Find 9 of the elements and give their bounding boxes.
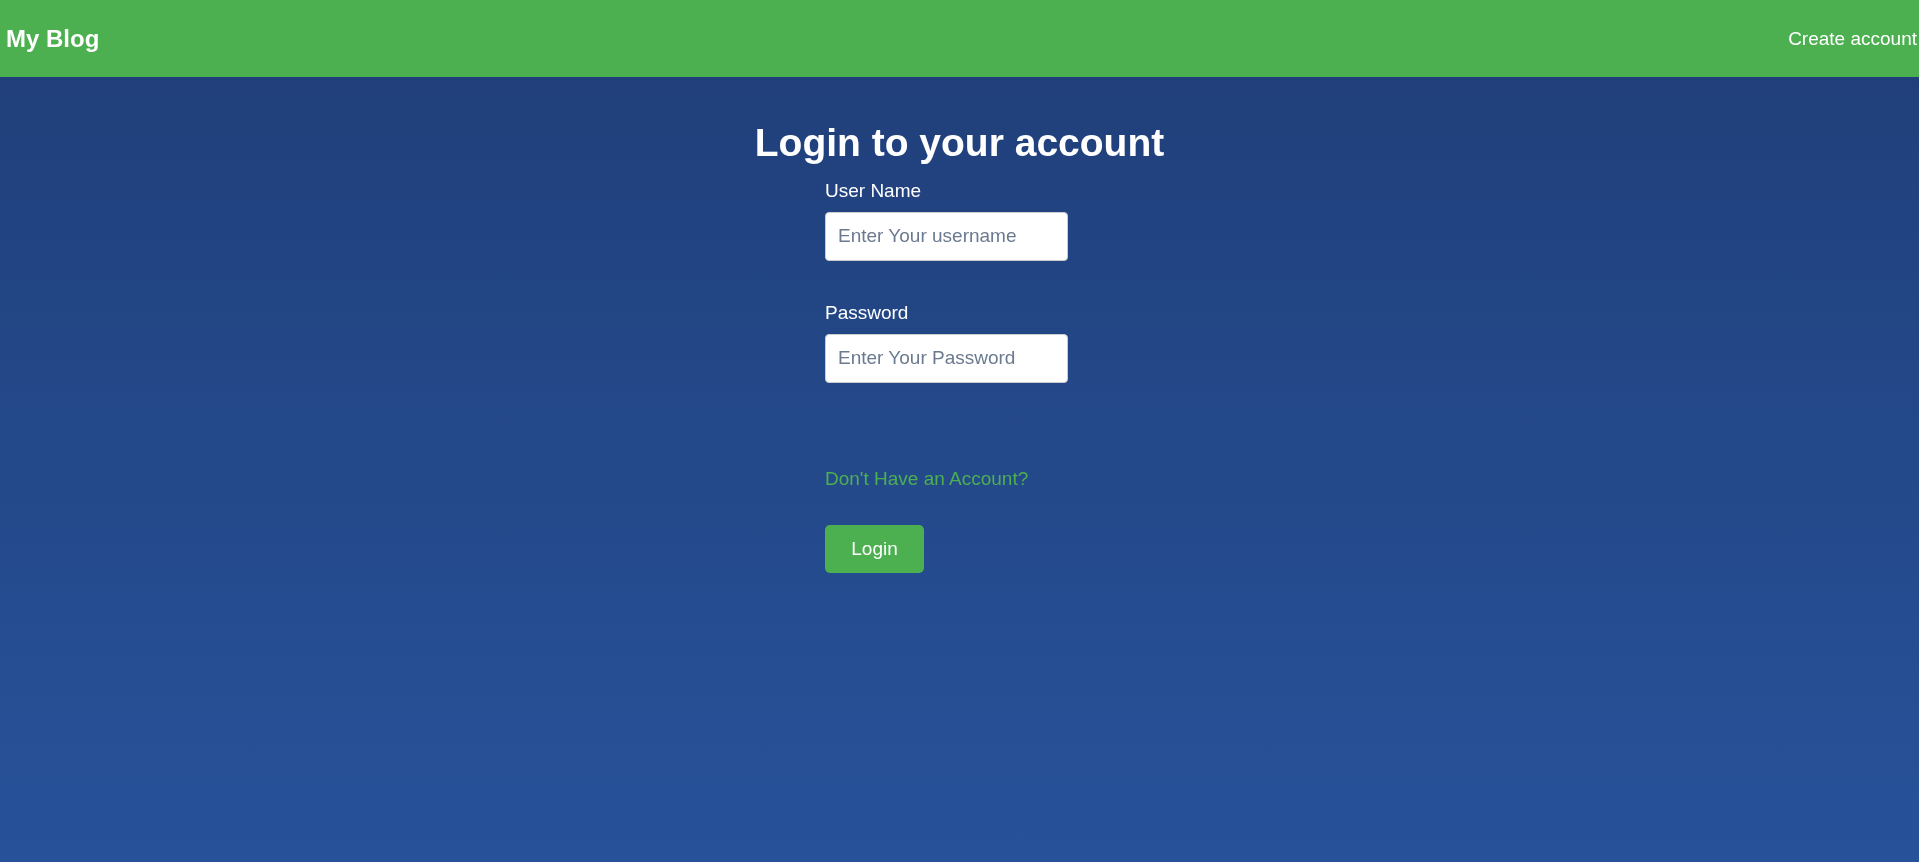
field-label: User Name: [825, 178, 923, 203]
page-title: Login to your account: [753, 122, 1166, 165]
login-button[interactable]: Login: [825, 524, 924, 573]
input-field[interactable]: Enter Your Password: [825, 333, 1068, 383]
input-field[interactable]: Enter Your username: [825, 211, 1068, 261]
field-label: Password: [825, 300, 910, 325]
brand-link[interactable]: My Blog: [6, 24, 100, 53]
create-account-link[interactable]: Create account: [1788, 27, 1917, 50]
signup-link[interactable]: Don't Have an Account?: [825, 467, 1029, 490]
